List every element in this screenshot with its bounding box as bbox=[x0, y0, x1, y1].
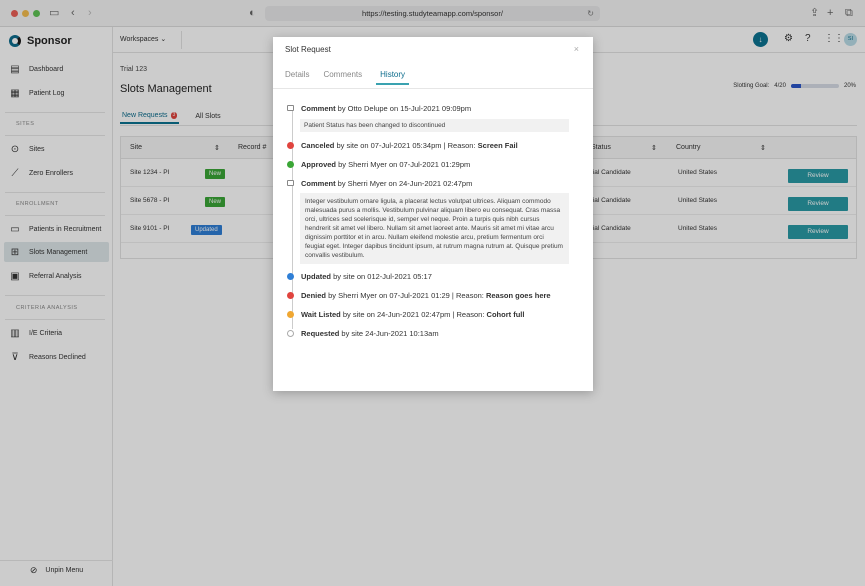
divider bbox=[273, 88, 593, 89]
event-text: Updated by site on 012-Jul-2021 05:17 bbox=[301, 272, 432, 281]
tab-history[interactable]: History bbox=[376, 70, 410, 85]
event-text: Canceled by site on 07-Jul-2021 05:34pm … bbox=[301, 141, 518, 150]
event-text: Requested by site 24-Jun-2021 10:13am bbox=[301, 329, 439, 338]
close-icon[interactable]: × bbox=[574, 44, 579, 54]
event-text: Comment by Otto Delupe on 15-Jul-2021 09… bbox=[301, 104, 472, 113]
approved-status-icon bbox=[287, 161, 294, 168]
tab-comments[interactable]: Comments bbox=[323, 70, 362, 85]
denied-status-icon bbox=[287, 292, 294, 299]
comment-icon bbox=[287, 105, 294, 111]
modal-title: Slot Request bbox=[285, 45, 331, 54]
tab-details[interactable]: Details bbox=[285, 70, 309, 85]
event-text: Denied by Sherri Myer on 07-Jul-2021 01:… bbox=[301, 291, 551, 300]
comment-note: Patient Status has been changed to disco… bbox=[300, 119, 569, 132]
canceled-status-icon bbox=[287, 142, 294, 149]
waitlisted-status-icon bbox=[287, 311, 294, 318]
modal-tabs: Details Comments History bbox=[285, 70, 410, 85]
event-text: Approved by Sherri Myer on 07-Jul-2021 0… bbox=[301, 160, 471, 169]
slot-request-modal: Slot Request × Details Comments History … bbox=[273, 37, 593, 391]
comment-icon bbox=[287, 180, 294, 186]
requested-status-icon bbox=[287, 330, 294, 337]
comment-note: Integer vestibulum ornare ligula, a plac… bbox=[300, 193, 569, 264]
event-text: Comment by Sherri Myer on 24-Jun-2021 02… bbox=[301, 179, 473, 188]
event-text: Wait Listed by site on 24-Jun-2021 02:47… bbox=[301, 310, 525, 319]
updated-status-icon bbox=[287, 273, 294, 280]
